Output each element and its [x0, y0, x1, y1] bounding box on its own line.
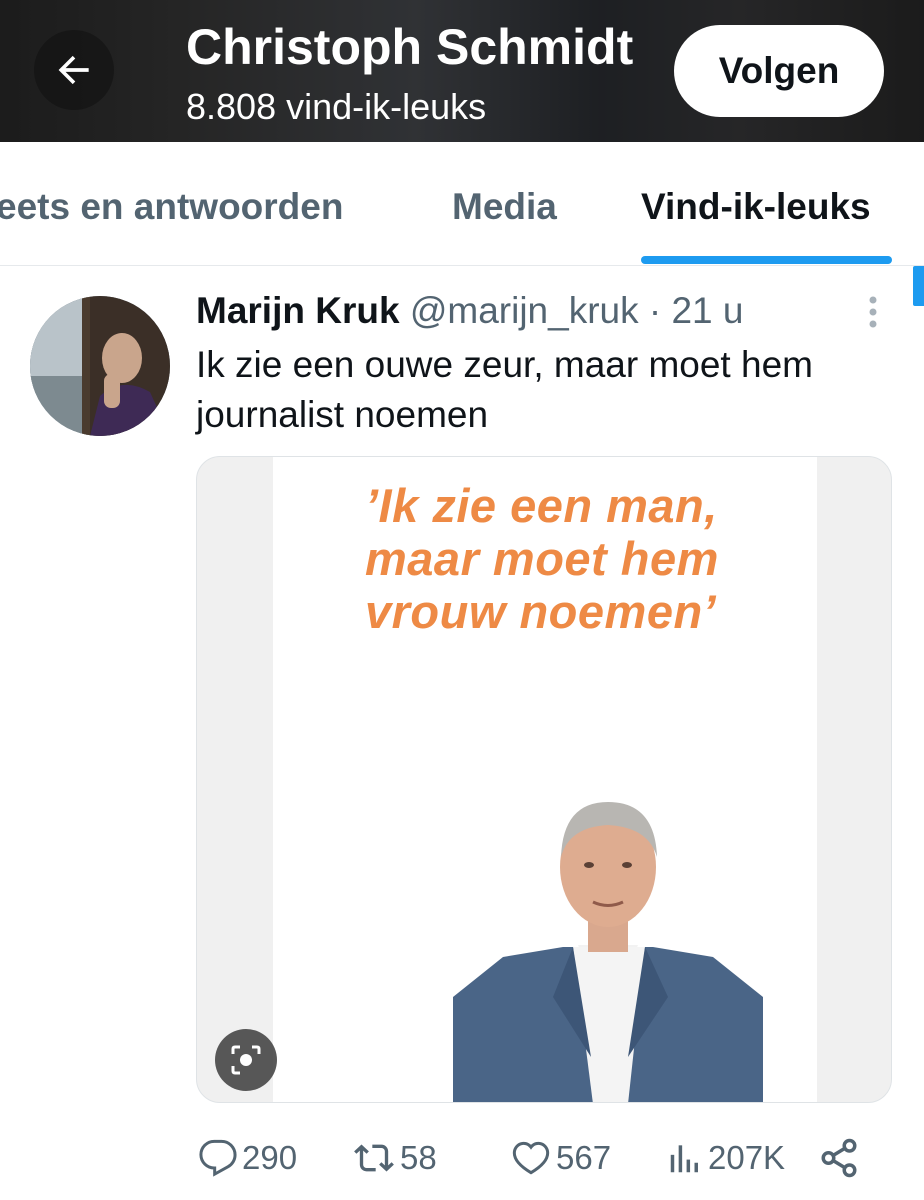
tweet-author-name[interactable]: Marijn Kruk [196, 290, 400, 331]
likes-count: 8.808 vind-ik-leuks [186, 86, 487, 127]
follow-button[interactable]: Volgen [674, 25, 884, 117]
visual-search-icon [231, 1045, 261, 1075]
retweet-icon [354, 1144, 394, 1172]
media-image: ’Ik zie een man, maar moet hem vrouw noe… [273, 457, 817, 1102]
like-count: 567 [556, 1139, 612, 1176]
tab-likes[interactable]: Vind-ik-leuks [641, 186, 871, 228]
tab-media[interactable]: Media [452, 186, 557, 228]
view-count: 207K [708, 1139, 786, 1176]
scrollbar-thumb[interactable] [913, 266, 924, 306]
tweet-author-meta[interactable]: @marijn_kruk · 21 u [410, 290, 744, 331]
tweet-actions: 290 58 567 207K [196, 1130, 896, 1186]
tweet-media[interactable]: ’Ik zie een man, maar moet hem vrouw noe… [196, 456, 892, 1103]
views-chart-icon [670, 1145, 698, 1173]
share-icon [821, 1138, 857, 1178]
more-options-icon[interactable] [858, 294, 888, 330]
media-quote: ’Ik zie een man, maar moet hem vrouw noe… [365, 479, 785, 638]
profile-tabs: eets en antwoorden Media Vind-ik-leuks [0, 142, 924, 266]
quote-line: maar moet hem [365, 532, 719, 585]
tweet-header: Marijn Kruk @marijn_kruk · 21 u [196, 290, 744, 332]
like-button[interactable]: 567 [510, 1130, 611, 1186]
back-button[interactable] [34, 30, 114, 110]
heart-icon [512, 1141, 550, 1175]
share-button[interactable] [818, 1130, 860, 1186]
quote-line: vrouw noemen’ [365, 585, 717, 638]
reply-button[interactable]: 290 [198, 1130, 297, 1186]
active-tab-indicator [641, 256, 892, 264]
avatar[interactable] [30, 296, 170, 436]
retweet-count: 58 [400, 1139, 437, 1176]
profile-header: Christoph Schmidt 8.808 vind-ik-leuks Vo… [0, 0, 924, 142]
tweet-text: Ik zie een ouwe zeur, maar moet hem jour… [196, 344, 813, 435]
reply-count: 290 [242, 1139, 298, 1176]
profile-name: Christoph Schmidt [186, 19, 634, 75]
tab-tweets-and-replies[interactable]: eets en antwoorden [0, 186, 343, 228]
visual-search-button[interactable] [215, 1029, 277, 1091]
arrow-left-icon [58, 55, 89, 85]
retweet-button[interactable]: 58 [352, 1130, 437, 1186]
views-button[interactable]: 207K [666, 1130, 785, 1186]
quote-line: ’Ik zie een man, [365, 479, 718, 532]
reply-icon [199, 1139, 237, 1177]
